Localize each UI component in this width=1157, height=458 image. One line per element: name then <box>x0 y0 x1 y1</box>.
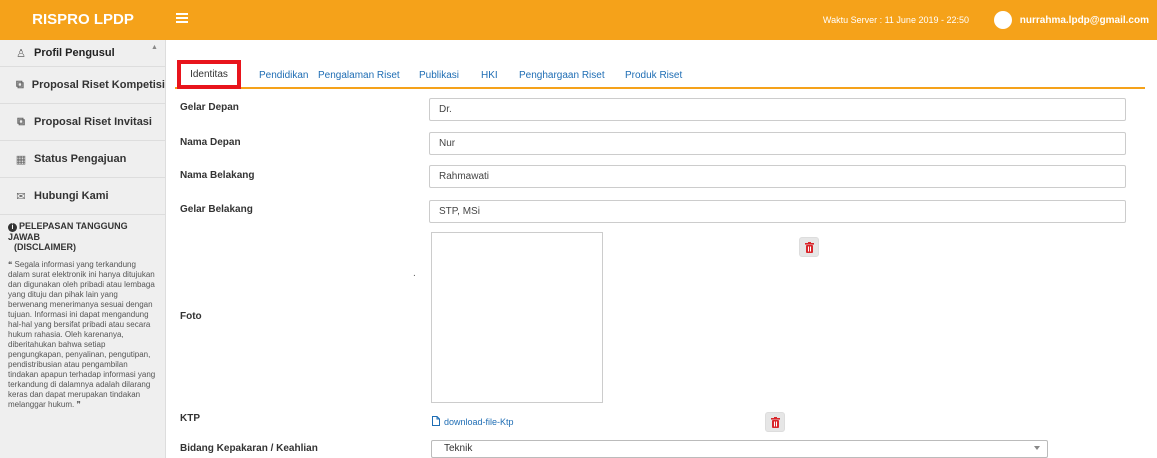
disclaimer-text: ❝ Segala informasi yang terkandung dalam… <box>8 260 157 410</box>
tab-pengalaman-riset[interactable]: Pengalaman Riset <box>318 70 400 81</box>
foto-label: Foto <box>180 311 202 322</box>
chevron-down-icon <box>1034 446 1040 450</box>
info-icon: i <box>8 223 17 232</box>
trash-icon <box>771 417 780 428</box>
bidang-selected-value: Teknik <box>444 443 473 454</box>
nama-depan-field[interactable]: Nur <box>429 132 1126 155</box>
foto-marker: . <box>413 268 416 279</box>
ktp-label: KTP <box>180 413 200 424</box>
tab-penghargaan-riset[interactable]: Penghargaan Riset <box>519 70 605 81</box>
delete-foto-button[interactable] <box>799 237 819 257</box>
quote-close-icon: ❞ <box>76 400 81 409</box>
disclaimer-body: Segala informasi yang terkandung dalam s… <box>8 260 156 409</box>
tab-bar: Identitas Pendidikan Pengalaman Riset Pu… <box>175 60 1145 89</box>
server-time: Waktu Server : 11 June 2019 - 22:50 <box>822 15 969 25</box>
disclaimer-title: i PELEPASAN TANGGUNG JAWAB <box>8 221 157 242</box>
file-icon <box>432 416 440 426</box>
foto-preview[interactable] <box>431 232 603 403</box>
sidebar-item-label: Profil Pengusul <box>34 47 115 59</box>
document-icon: ⧉ <box>17 115 25 128</box>
sidebar-item-proposal-invitasi[interactable]: ⧉ Proposal Riset Invitasi <box>0 104 165 141</box>
gelar-belakang-label: Gelar Belakang <box>180 204 253 215</box>
quote-open-icon: ❝ <box>8 260 13 269</box>
download-ktp-label[interactable]: download-file-Ktp <box>444 417 514 427</box>
user-menu[interactable]: nurrahma.lpdp@gmail.com <box>993 11 1149 29</box>
gelar-depan-field[interactable]: Dr. <box>429 98 1126 121</box>
tab-produk-riset[interactable]: Produk Riset <box>625 70 682 81</box>
download-ktp-link[interactable]: download-file-Ktp <box>432 416 514 427</box>
sidebar-item-label: Hubungi Kami <box>34 190 109 202</box>
sidebar: ▲ ♙ Profil Pengusul ⧉ Proposal Riset Kom… <box>0 40 166 458</box>
tab-pendidikan[interactable]: Pendidikan <box>259 70 308 81</box>
gelar-depan-label: Gelar Depan <box>180 102 239 113</box>
sidebar-item-status-pengajuan[interactable]: ▦ Status Pengajuan <box>0 141 165 178</box>
disclaimer-subtitle: (DISCLAIMER) <box>14 242 76 252</box>
gelar-belakang-field[interactable]: STP, MSi <box>429 200 1126 223</box>
sidebar-item-label: Proposal Riset Invitasi <box>34 116 152 128</box>
sidebar-item-profil-pengusul[interactable]: ♙ Profil Pengusul <box>0 40 165 67</box>
bidang-select[interactable]: Teknik <box>431 440 1048 458</box>
nama-belakang-field[interactable]: Rahmawati <box>429 165 1126 188</box>
grid-icon: ▦ <box>15 153 27 166</box>
document-icon: ⧉ <box>15 78 24 91</box>
menu-toggle-icon[interactable] <box>176 13 188 23</box>
user-email[interactable]: nurrahma.lpdp@gmail.com <box>1020 15 1149 26</box>
tab-hki[interactable]: HKI <box>481 70 498 81</box>
users-icon: ♙ <box>16 47 26 60</box>
delete-ktp-button[interactable] <box>765 412 785 432</box>
avatar[interactable] <box>993 11 1012 29</box>
sidebar-item-label: Status Pengajuan <box>34 153 127 165</box>
sidebar-item-proposal-kompetisi[interactable]: ⧉ Proposal Riset Kompetisi <box>0 67 165 104</box>
tab-identitas[interactable]: Identitas <box>177 60 241 89</box>
trash-icon <box>805 242 814 253</box>
brand-logo-text[interactable]: RISPRO LPDP <box>0 0 166 40</box>
bidang-label: Bidang Kepakaran / Keahlian <box>180 443 318 454</box>
nama-belakang-label: Nama Belakang <box>180 170 255 181</box>
tab-publikasi[interactable]: Publikasi <box>419 70 459 81</box>
envelope-icon: ✉ <box>16 190 26 203</box>
sidebar-item-label: Proposal Riset Kompetisi <box>31 79 165 91</box>
disclaimer-panel: i PELEPASAN TANGGUNG JAWAB (DISCLAIMER) ❝… <box>0 215 165 416</box>
disclaimer-title-text: PELEPASAN TANGGUNG JAWAB <box>8 221 128 242</box>
sidebar-item-hubungi-kami[interactable]: ✉ Hubungi Kami <box>0 178 165 215</box>
nama-depan-label: Nama Depan <box>180 137 241 148</box>
main-content: Identitas Pendidikan Pengalaman Riset Pu… <box>167 40 1157 458</box>
scroll-up-icon[interactable]: ▲ <box>151 44 159 52</box>
top-bar: RISPRO LPDP Waktu Server : 11 June 2019 … <box>0 0 1157 40</box>
